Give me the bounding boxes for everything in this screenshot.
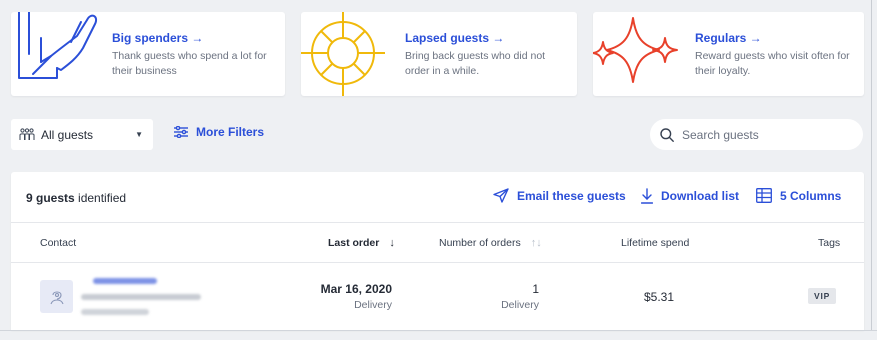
sliders-icon [174, 126, 188, 138]
column-header-number-of-orders[interactable]: Number of orders ↑↓ [439, 237, 542, 249]
order-count: 1 [532, 282, 539, 296]
contact-name-redacted[interactable] [93, 278, 157, 284]
send-icon [493, 188, 509, 203]
caret-down-icon: ▼ [135, 130, 143, 139]
segment-title[interactable]: Lapsed guests → [405, 31, 504, 45]
last-order-date: Mar 16, 2020 [320, 282, 392, 296]
order-count-type: Delivery [501, 299, 539, 311]
contact-email-redacted [81, 294, 201, 300]
people-icon [19, 128, 35, 140]
segment-title[interactable]: Regulars → [695, 31, 762, 45]
hand-icon [18, 12, 97, 79]
column-header-last-order[interactable]: Last order ↓ [328, 237, 395, 249]
guest-count-number: 9 guests [26, 191, 75, 205]
columns-button[interactable]: 5 Columns [756, 188, 841, 203]
segment-card-regulars[interactable]: Regulars → Reward guests who visit often… [593, 12, 864, 96]
email-guests-button[interactable]: Email these guests [493, 188, 626, 203]
columns-label: 5 Columns [780, 188, 842, 203]
segment-card-lapsed-guests[interactable]: Lapsed guests → Bring back guests who di… [301, 12, 577, 96]
sort-icon: ↑↓ [530, 237, 542, 249]
email-guests-label: Email these guests [517, 188, 626, 203]
guest-count-suffix: identified [78, 191, 127, 205]
guest-list-toolbar: 9 guests identified Email these guests D… [11, 172, 864, 222]
guest-avatar-icon [49, 290, 64, 304]
guest-list-panel: 9 guests identified Email these guests D… [11, 172, 864, 330]
right-edge-divider [871, 0, 872, 330]
more-filters-label: More Filters [196, 125, 265, 139]
search-input[interactable] [682, 127, 852, 142]
audience-select[interactable]: All guests ▼ [11, 119, 153, 150]
contact-phone-redacted [81, 309, 149, 315]
table-row[interactable]: Mar 16, 2020 Delivery 1 Delivery $5.31 V… [11, 264, 864, 330]
search-icon [660, 127, 674, 142]
column-header-contact: Contact [40, 237, 77, 249]
segment-description: Bring back guests who did not order in a… [405, 50, 546, 77]
download-icon [641, 188, 653, 204]
audience-select-value: All guests [41, 127, 94, 142]
search-box[interactable] [650, 119, 863, 150]
bottom-divider [0, 330, 877, 331]
guest-count: 9 guests identified [26, 191, 126, 205]
sparkle-icon [593, 17, 678, 83]
column-header-tags: Tags [818, 237, 841, 249]
table-icon [756, 188, 772, 203]
lifetime-spend-value: $5.31 [644, 290, 675, 304]
segment-card-big-spenders[interactable]: Big spenders → Thank guests who spend a … [11, 12, 285, 96]
avatar [40, 280, 73, 313]
last-order-type: Delivery [354, 299, 392, 311]
segment-description: Thank guests who spend a lot for their b… [112, 50, 267, 77]
sun-icon [301, 12, 385, 96]
download-list-label: Download list [661, 189, 739, 203]
column-header-last-order-label: Last order [328, 237, 380, 249]
table-header: Contact Last order ↓ Number of orders ↑↓ L… [11, 222, 864, 263]
vip-tag-badge: VIP [808, 288, 837, 304]
more-filters-button[interactable]: More Filters [174, 125, 264, 139]
segment-title[interactable]: Big spenders → [112, 31, 203, 45]
column-header-lifetime-spend[interactable]: Lifetime spend [621, 237, 689, 249]
column-header-number-of-orders-label: Number of orders [439, 237, 521, 249]
sort-down-icon: ↓ [389, 237, 395, 249]
segment-description: Reward guests who visit often for their … [695, 50, 850, 77]
download-list-button[interactable]: Download list [641, 188, 739, 204]
